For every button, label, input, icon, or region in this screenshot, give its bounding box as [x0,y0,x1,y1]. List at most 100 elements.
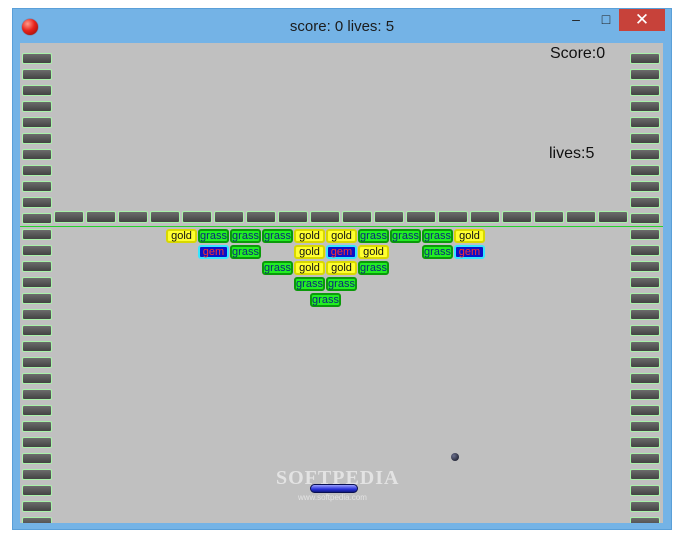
ceiling-brick [118,211,148,223]
left-wall-brick [22,517,52,523]
right-wall-brick [630,181,660,192]
lives-label: lives:5 [549,145,595,162]
grass-block: grass [230,245,261,259]
right-wall-brick [630,229,660,240]
right-wall-brick [630,405,660,416]
left-wall-brick [22,309,52,320]
left-wall-brick [22,453,52,464]
right-wall-brick [630,85,660,96]
right-wall-brick [630,133,660,144]
right-wall-brick [630,69,660,80]
grass-block: grass [422,229,453,243]
close-button[interactable]: ✕ [619,9,665,31]
gold-block: gold [358,245,389,259]
barrier-line [20,226,663,227]
gold-block: gold [294,261,325,275]
right-wall-brick [630,517,660,523]
watermark-url: www.softpedia.com [298,493,367,502]
left-wall-brick [22,389,52,400]
grass-block: grass [230,229,261,243]
gem-block: gem [198,245,229,259]
gold-block: gold [166,229,197,243]
left-wall-brick [22,229,52,240]
gold-block: gold [294,245,325,259]
right-wall-brick [630,149,660,160]
right-wall-brick [630,485,660,496]
left-wall-brick [22,197,52,208]
left-wall-brick [22,149,52,160]
grass-block: grass [358,229,389,243]
game-area[interactable]: Score:0 lives:5 SOFTPEDIA www.softpedia.… [20,43,663,523]
left-wall-brick [22,261,52,272]
left-wall-brick [22,501,52,512]
grass-block: grass [294,277,325,291]
right-wall-brick [630,245,660,256]
ceiling-brick [534,211,564,223]
left-wall-brick [22,245,52,256]
right-wall-brick [630,389,660,400]
ceiling-brick [246,211,276,223]
grass-block: grass [422,245,453,259]
right-wall-brick [630,261,660,272]
ceiling-brick [54,211,84,223]
grass-block: grass [358,261,389,275]
right-wall-brick [630,437,660,448]
right-wall-brick [630,373,660,384]
ceiling-brick [182,211,212,223]
minimize-button[interactable]: – [561,9,591,31]
right-wall-brick [630,293,660,304]
grass-block: grass [262,229,293,243]
maximize-button[interactable]: □ [591,9,621,31]
left-wall-brick [22,85,52,96]
gold-block: gold [454,229,485,243]
right-wall-brick [630,421,660,432]
left-wall-brick [22,277,52,288]
ceiling-brick [214,211,244,223]
gem-block: gem [326,245,357,259]
grass-block: grass [198,229,229,243]
paddle[interactable] [310,484,358,493]
gold-block: gold [294,229,325,243]
ceiling-brick [470,211,500,223]
ceiling-brick [86,211,116,223]
score-label: Score:0 [550,45,606,62]
gold-block: gold [326,261,357,275]
left-wall-brick [22,213,52,224]
right-wall-brick [630,341,660,352]
gem-block: gem [454,245,485,259]
right-wall-brick [630,165,660,176]
right-wall-brick [630,213,660,224]
ceiling-brick [310,211,340,223]
ceiling-brick [342,211,372,223]
right-wall-brick [630,53,660,64]
grass-block: grass [262,261,293,275]
right-wall-brick [630,277,660,288]
left-wall-brick [22,165,52,176]
game-window: score: 0 lives: 5 – □ ✕ Score:0 lives:5 … [12,8,672,530]
left-wall-brick [22,101,52,112]
left-wall-brick [22,469,52,480]
ceiling-brick [278,211,308,223]
right-wall-brick [630,101,660,112]
right-wall-brick [630,325,660,336]
left-wall-brick [22,117,52,128]
grass-block: grass [390,229,421,243]
right-wall-brick [630,453,660,464]
right-wall-brick [630,469,660,480]
right-wall-brick [630,117,660,128]
left-wall-brick [22,421,52,432]
ceiling-brick [566,211,596,223]
left-wall-brick [22,405,52,416]
right-wall-brick [630,501,660,512]
right-wall-brick [630,309,660,320]
title-bar[interactable]: score: 0 lives: 5 – □ ✕ [13,9,671,43]
ceiling-brick [502,211,532,223]
left-wall-brick [22,373,52,384]
left-wall-brick [22,133,52,144]
right-wall-brick [630,197,660,208]
grass-block: grass [326,277,357,291]
gold-block: gold [326,229,357,243]
ceiling-brick [598,211,628,223]
left-wall-brick [22,181,52,192]
left-wall-brick [22,293,52,304]
